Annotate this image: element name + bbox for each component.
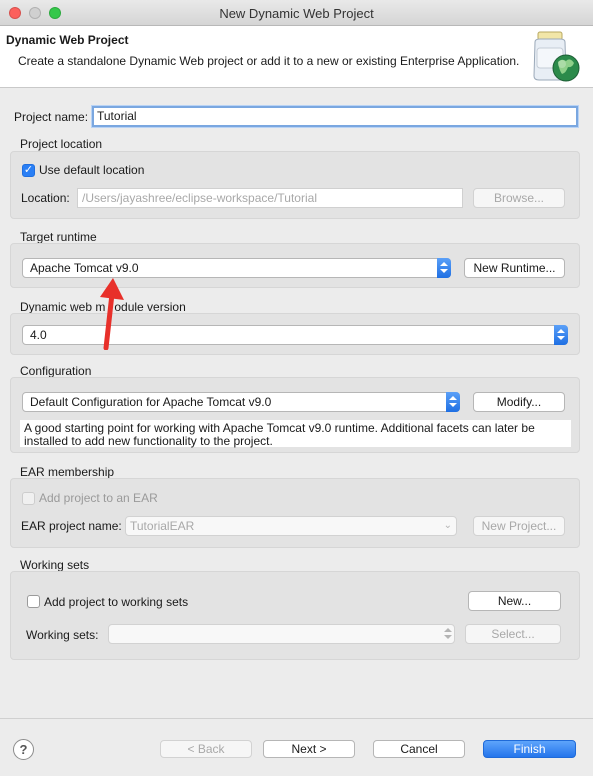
use-default-location-checkbox[interactable]: ✓ — [22, 164, 35, 177]
location-input[interactable]: /Users/jayashree/eclipse-workspace/Tutor… — [77, 188, 463, 208]
window-titlebar: New Dynamic Web Project — [0, 0, 593, 26]
project-location-heading: Project location — [20, 137, 103, 151]
new-ear-project-button[interactable]: New Project... — [473, 516, 565, 536]
chevron-down-icon: ⌄ — [443, 520, 452, 531]
target-runtime-select[interactable]: Apache Tomcat v9.0 — [22, 258, 451, 278]
target-runtime-value: Apache Tomcat v9.0 — [30, 261, 139, 275]
working-sets-group — [10, 571, 580, 660]
select-stepper-icon — [554, 325, 568, 345]
ear-project-name-value: TutorialEAR — [130, 519, 195, 533]
next-button[interactable]: Next > — [263, 740, 355, 758]
configuration-value: Default Configuration for Apache Tomcat … — [30, 395, 272, 409]
configuration-select[interactable]: Default Configuration for Apache Tomcat … — [22, 392, 460, 412]
working-sets-label: Working sets: — [26, 628, 99, 642]
red-arrow-annotation-icon — [100, 278, 124, 350]
help-icon[interactable]: ? — [13, 739, 34, 760]
web-project-jar-icon — [533, 31, 580, 82]
project-name-label: Project name: — [14, 110, 89, 124]
target-runtime-heading: Target runtime — [20, 230, 97, 244]
browse-button[interactable]: Browse... — [473, 188, 565, 208]
select-stepper-icon — [446, 392, 460, 412]
configuration-heading: Configuration — [20, 364, 92, 378]
ear-membership-group — [10, 478, 580, 548]
location-label: Location: — [21, 191, 70, 205]
add-to-ear-label: Add project to an EAR — [39, 491, 158, 505]
wizard-banner: Dynamic Web Project Create a standalone … — [0, 26, 593, 88]
select-stepper-icon — [441, 624, 455, 644]
banner-description: Create a standalone Dynamic Web project … — [18, 54, 520, 68]
new-working-set-button[interactable]: New... — [468, 591, 561, 611]
project-location-group — [10, 151, 580, 219]
use-default-location-label: Use default location — [39, 163, 145, 177]
project-name-input[interactable]: Tutorial — [92, 106, 578, 127]
back-button[interactable]: < Back — [160, 740, 252, 758]
ear-project-name-label: EAR project name: — [21, 519, 122, 533]
add-to-working-sets-label: Add project to working sets — [44, 595, 189, 609]
add-to-ear-checkbox[interactable] — [22, 492, 35, 505]
configuration-description: A good starting point for working with A… — [20, 420, 571, 448]
web-module-version-value: 4.0 — [30, 328, 47, 342]
modify-button[interactable]: Modify... — [473, 392, 565, 412]
new-runtime-button[interactable]: New Runtime... — [464, 258, 565, 278]
working-sets-heading: Working sets — [20, 558, 90, 572]
window-title: New Dynamic Web Project — [219, 6, 374, 21]
add-to-working-sets-checkbox[interactable] — [27, 595, 40, 608]
cancel-button[interactable]: Cancel — [373, 740, 465, 758]
banner-title: Dynamic Web Project — [6, 33, 129, 47]
select-working-sets-button[interactable]: Select... — [465, 624, 561, 644]
ear-membership-heading: EAR membership — [20, 465, 115, 479]
ear-project-name-select[interactable]: TutorialEAR ⌄ — [125, 516, 457, 536]
working-sets-select[interactable] — [108, 624, 455, 644]
footer-divider — [0, 718, 593, 719]
select-stepper-icon — [437, 258, 451, 278]
finish-button[interactable]: Finish — [483, 740, 576, 758]
